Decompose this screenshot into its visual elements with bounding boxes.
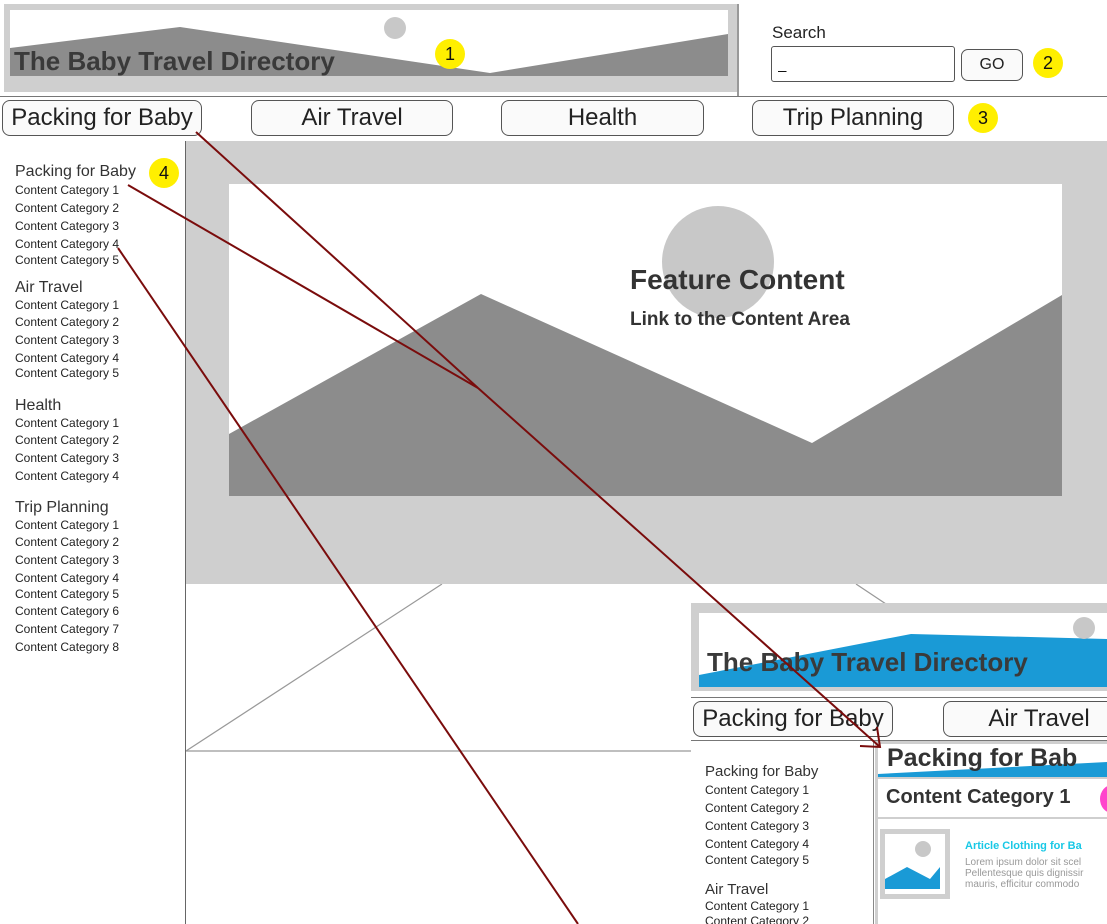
annotation-marker-1: 1 xyxy=(435,39,465,69)
inset-article-card: Article Clothing for Ba Lorem ipsum dolo… xyxy=(878,819,1107,924)
article-title: Article Clothing for Ba xyxy=(965,840,1082,852)
sidebar-heading-packing[interactable]: Packing for Baby xyxy=(15,163,136,181)
inset-category-heading: Content Category 1 xyxy=(886,786,1071,808)
sidebar-item[interactable]: Content Category 7 xyxy=(15,622,119,636)
sidebar-item[interactable]: Content Category 4 xyxy=(15,237,119,251)
sidebar-item[interactable]: Content Category 8 xyxy=(15,640,119,654)
sidebar-heading-trip-planning[interactable]: Trip Planning xyxy=(15,499,109,517)
search-input[interactable] xyxy=(771,46,955,82)
sidebar-item[interactable]: Content Category 3 xyxy=(15,553,119,567)
annotation-marker-3: 3 xyxy=(968,103,998,133)
inset-sidebar-heading: Air Travel xyxy=(705,881,769,898)
sidebar-heading-health[interactable]: Health xyxy=(15,397,61,415)
feature-mountain-image xyxy=(229,206,1062,496)
article-lorem-line: Pellentesque quis dignissir xyxy=(965,868,1084,879)
sidebar-item[interactable]: Content Category 1 xyxy=(15,183,119,197)
sidebar-item[interactable]: Content Category 2 xyxy=(15,535,119,549)
inset-sidebar-item: Content Category 2 xyxy=(705,801,810,815)
site-title[interactable]: The Baby Travel Directory xyxy=(14,46,335,77)
sidebar-item[interactable]: Content Category 1 xyxy=(15,518,119,532)
inset-sidebar-item: Content Category 2 xyxy=(705,914,810,924)
sidebar-item[interactable]: Content Category 4 xyxy=(15,469,119,483)
nav-tab-packing-for-baby[interactable]: Packing for Baby xyxy=(2,100,202,136)
inset-nav-tab-air-travel: Air Travel xyxy=(943,701,1107,737)
inset-sidebar-item: Content Category 1 xyxy=(705,783,810,797)
feature-link[interactable]: Link to the Content Area xyxy=(630,309,850,331)
inset-page-heading: Packing for Bab xyxy=(887,744,1078,772)
article-lorem-line: Lorem ipsum dolor sit scel xyxy=(965,857,1082,868)
annotation-marker-2: 2 xyxy=(1033,48,1063,78)
inset-sidebar-item: Content Category 3 xyxy=(705,819,810,833)
inset-sidebar-heading: Packing for Baby xyxy=(705,763,819,780)
feature-panel[interactable] xyxy=(229,184,1062,496)
sidebar-item[interactable]: Content Category 1 xyxy=(15,416,119,430)
sidebar-item[interactable]: Content Category 2 xyxy=(15,315,119,329)
linked-page-preview: The Baby Travel Directory Packing for Ba… xyxy=(691,603,1107,924)
inset-sidebar-item: Content Category 5 xyxy=(705,853,810,867)
nav-tab-health[interactable]: Health xyxy=(501,100,704,136)
inset-annotation-marker xyxy=(1100,785,1107,813)
inset-nav-tab-packing: Packing for Baby xyxy=(693,701,893,737)
sidebar-item[interactable]: Content Category 4 xyxy=(15,351,119,365)
sidebar: Packing for Baby Content Category 1 Cont… xyxy=(0,141,186,924)
annotation-marker-4: 4 xyxy=(149,158,179,188)
sidebar-heading-air-travel[interactable]: Air Travel xyxy=(15,279,83,297)
sidebar-item[interactable]: Content Category 3 xyxy=(15,451,119,465)
sidebar-item[interactable]: Content Category 5 xyxy=(15,366,119,380)
article-lorem-line: mauris, efficitur commodo xyxy=(965,879,1080,890)
sidebar-item[interactable]: Content Category 1 xyxy=(15,298,119,312)
sidebar-item[interactable]: Content Category 5 xyxy=(15,253,119,267)
feature-title: Feature Content xyxy=(630,264,845,295)
sidebar-item[interactable]: Content Category 5 xyxy=(15,587,119,601)
inset-site-title: The Baby Travel Directory xyxy=(707,647,1028,677)
article-image-icon xyxy=(880,829,950,899)
nav-tab-air-travel[interactable]: Air Travel xyxy=(251,100,453,136)
sidebar-item[interactable]: Content Category 2 xyxy=(15,433,119,447)
inset-sidebar-item: Content Category 1 xyxy=(705,899,810,913)
inset-sidebar: Packing for Baby Content Category 1 Cont… xyxy=(691,741,874,924)
search-label: Search xyxy=(772,23,826,42)
sidebar-item[interactable]: Content Category 3 xyxy=(15,219,119,233)
nav-tab-trip-planning[interactable]: Trip Planning xyxy=(752,100,954,136)
sidebar-item[interactable]: Content Category 3 xyxy=(15,333,119,347)
sidebar-item[interactable]: Content Category 4 xyxy=(15,571,119,585)
sidebar-item[interactable]: Content Category 2 xyxy=(15,201,119,215)
go-button[interactable]: GO xyxy=(961,49,1023,81)
inset-page-heading-bar: Packing for Bab xyxy=(878,744,1107,777)
sidebar-item[interactable]: Content Category 6 xyxy=(15,604,119,618)
inset-category-bar: Content Category 1 xyxy=(878,779,1107,817)
inset-sidebar-item: Content Category 4 xyxy=(705,837,810,851)
